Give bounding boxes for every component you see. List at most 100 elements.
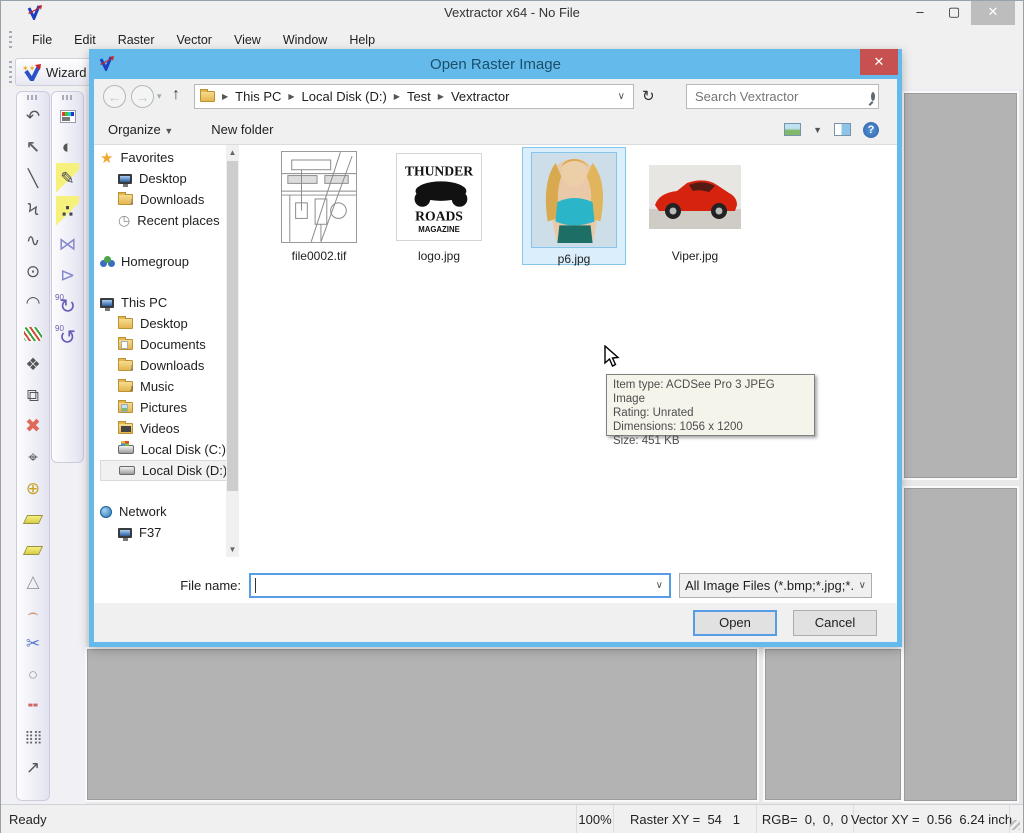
tool-break-line-button[interactable]: ╍ [17,690,49,721]
menu-window[interactable]: Window [272,29,338,51]
tool-move-node-button[interactable]: ⌖ [17,442,49,473]
search-box[interactable] [686,84,879,109]
sidebar-item-videos[interactable]: Videos [100,418,226,439]
menu-vector[interactable]: Vector [166,29,223,51]
undo-icon: ↶ [26,107,40,127]
breadcrumb[interactable]: ▶ This PC ▶ Local Disk (D:) ▶ Test ▶ Vex… [194,84,634,109]
tool-line-button[interactable]: ╲ [17,163,49,194]
sidebar-item-pictures[interactable]: Pictures [100,397,226,418]
sidebar-item-network[interactable]: Network [100,501,226,522]
tool-curve-button[interactable]: ∿ [17,225,49,256]
breadcrumb-local-disk-d[interactable]: Local Disk (D:) [302,89,387,104]
sidebar-scrollbar[interactable]: ▲ ▼ [226,145,239,557]
minimize-button[interactable]: – [903,1,937,25]
sidebar-item-this-pc[interactable]: This PC [100,292,226,313]
search-input[interactable] [695,89,871,104]
tool-add-arc-node-button[interactable]: ⌢ [17,597,49,628]
filetype-dropdown[interactable]: All Image Files (*.bmp;*.jpg;*.tif ∨ [679,573,872,598]
sidebar-item-local-disk-d[interactable]: Local Disk (D:) [100,460,238,481]
tool-move-button[interactable]: ❖ [17,349,49,380]
sidebar-item-local-disk-c[interactable]: Local Disk (C:) [100,439,226,460]
tool-add-circle-node-button[interactable]: ○ [17,659,49,690]
scroll-down-icon[interactable]: ▼ [226,542,239,557]
tool-center-node-button[interactable]: ⊕ [17,473,49,504]
tool-polyline-button[interactable]: Ϟ [17,194,49,225]
organize-button[interactable]: Organize ▼ [108,122,173,137]
desktop-folder-icon [118,318,133,329]
tool-despeckle-dots-button[interactable]: ∴ [56,196,79,227]
close-button[interactable]: ✕ [971,1,1015,25]
menu-raster[interactable]: Raster [107,29,166,51]
tool-rotate-cw-button[interactable]: 90↻ [52,291,83,322]
breadcrumb-vextractor[interactable]: Vextractor [451,89,510,104]
sidebar-item-recent-places[interactable]: ◷Recent places [100,210,226,231]
sidebar-item-f37[interactable]: F37 [100,522,226,543]
sidebar-item-music[interactable]: ♪Music [100,376,226,397]
open-button[interactable]: Open [693,610,777,636]
cancel-button[interactable]: Cancel [793,610,877,636]
tool-dot-grid-button[interactable]: ⣿⣿ [17,721,49,752]
preview-pane-icon[interactable] [834,123,851,136]
tool-trace-button[interactable] [17,318,49,349]
help-icon[interactable]: ? [863,122,879,138]
tool-rotate-ccw-button[interactable]: 90↺ [52,322,83,353]
tool-arc-button[interactable]: ◠ [17,287,49,318]
tool-select-button[interactable]: ↖ [17,132,49,163]
history-dropdown[interactable]: ▾ [157,91,162,102]
file-name-label: Viper.jpg [642,249,748,263]
tool-delete-button[interactable]: ✖ [17,411,49,442]
file-browse-area: ★Favorites Desktop ↓Downloads ◷Recent pl… [94,144,897,567]
menu-view[interactable]: View [223,29,272,51]
sidebar-item-desktop[interactable]: Desktop [100,168,226,189]
menu-edit[interactable]: Edit [63,29,107,51]
breadcrumb-caret[interactable]: ∨ [618,91,633,102]
tool-black-white-button[interactable]: ◐ [52,132,83,163]
tool-undo-button[interactable]: ↶ [17,101,49,132]
menu-file[interactable]: File [21,29,63,51]
forward-button[interactable]: → [131,85,154,108]
tool-flip-button[interactable]: ⊳ [52,260,83,291]
breadcrumb-test[interactable]: Test [407,89,431,104]
tool-mirror-button[interactable]: ⋈ [52,229,83,260]
dialog-close-button[interactable]: ✕ [860,49,898,75]
pictures-folder-icon [118,402,133,413]
tool-add-vertex-button[interactable]: △ [17,566,49,597]
up-button[interactable]: ↑ [172,86,180,104]
file-tile-logo[interactable]: THUNDER ROADS MAGAZINE logo.jpg [386,149,492,263]
tool-snap-pointer-button[interactable]: ↗ [17,752,49,783]
tool-cut-button[interactable]: ✂ [17,628,49,659]
filename-dropdown-icon[interactable]: ∨ [656,580,669,591]
folder-icon [200,91,215,102]
file-tile-p6-selected[interactable]: p6.jpg [522,147,626,265]
tool-despeckle-pen-button[interactable]: ✎ [56,163,79,194]
videos-folder-icon [118,423,133,434]
scroll-up-icon[interactable]: ▲ [226,145,239,160]
file-tile-file0002[interactable]: file0002.tif [266,149,372,263]
wizard-button[interactable]: ✶✶ Wizard [15,58,93,86]
scrollbar-thumb[interactable] [227,161,238,491]
tool-palette-button[interactable] [52,101,83,132]
sidebar-item-documents[interactable]: Documents [100,334,226,355]
sidebar-item-pc-desktop[interactable]: Desktop [100,313,226,334]
change-view-icon[interactable] [784,123,801,136]
sidebar-item-favorites[interactable]: ★Favorites [100,147,226,168]
breadcrumb-separator: ▶ [387,92,407,101]
breadcrumb-this-pc[interactable]: This PC [235,89,281,104]
tool-circle-button[interactable]: ⊙ [17,256,49,287]
tooltip-line: Size: 451 KB [613,434,808,448]
tool-erase-button[interactable] [17,504,49,535]
file-tile-viper[interactable]: Viper.jpg [642,149,748,263]
tool-erase-segment-button[interactable] [17,535,49,566]
sidebar-item-pc-downloads[interactable]: ↓Downloads [100,355,226,376]
sidebar-item-homegroup[interactable]: Homegroup [100,251,226,272]
file-info-tooltip: Item type: ACDSee Pro 3 JPEG Image Ratin… [606,374,815,436]
menu-help[interactable]: Help [338,29,386,51]
sidebar-item-downloads[interactable]: ↓Downloads [100,189,226,210]
refresh-button[interactable]: ↻ [642,87,655,105]
new-folder-button[interactable]: New folder [211,122,273,137]
tool-copy-button[interactable]: ⧉ [17,380,49,411]
back-button[interactable]: ← [103,85,126,108]
maximize-button[interactable]: ▢ [937,1,971,25]
filename-combobox[interactable]: ∨ [249,573,671,598]
view-caret-icon[interactable]: ▼ [813,125,822,135]
